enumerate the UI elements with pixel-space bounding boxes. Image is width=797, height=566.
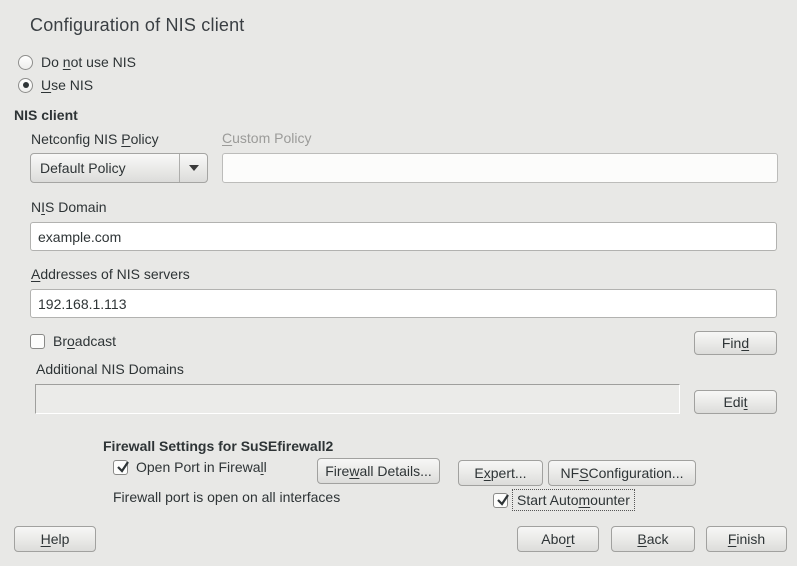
radio-label-do-not-use-nis: Do not use NIS: [41, 54, 136, 70]
checkbox-icon: [30, 334, 45, 349]
label-custom-policy: Custom Policy: [222, 130, 311, 146]
firewall-status-text: Firewall port is open on all interfaces: [113, 489, 340, 505]
additional-domains-field: [35, 384, 680, 414]
nis-domain-input[interactable]: [30, 222, 777, 251]
dropdown-selected-value: Default Policy: [31, 160, 179, 176]
firewall-settings-heading: Firewall Settings for SuSEfirewall2: [103, 438, 333, 454]
page-title: Configuration of NIS client: [30, 15, 245, 36]
radio-icon: [18, 78, 33, 93]
expert-button[interactable]: Expert...: [458, 460, 543, 486]
radio-use-nis[interactable]: Use NIS: [18, 77, 93, 93]
back-button[interactable]: Back: [611, 526, 695, 552]
radio-do-not-use-nis[interactable]: Do not use NIS: [18, 54, 136, 70]
nis-servers-input[interactable]: [30, 289, 777, 318]
checkbox-icon: [493, 493, 508, 508]
netconfig-policy-dropdown[interactable]: Default Policy: [30, 153, 208, 183]
find-button[interactable]: Find: [694, 331, 777, 355]
label-addresses-of-nis-servers: Addresses of NIS servers: [31, 266, 190, 282]
nis-client-config-window: Configuration of NIS client Do not use N…: [0, 0, 797, 566]
abort-button[interactable]: Abort: [517, 526, 599, 552]
check-icon: [495, 492, 511, 508]
edit-button[interactable]: Edit: [694, 390, 777, 414]
nfs-configuration-button[interactable]: NFS Configuration...: [548, 460, 696, 486]
custom-policy-input: [222, 153, 778, 183]
label-netconfig-nis-policy: Netconfig NIS Policy: [31, 131, 159, 147]
radio-dot: [23, 82, 29, 88]
finish-button[interactable]: Finish: [706, 526, 787, 552]
open-port-checkbox[interactable]: Open Port in Firewall: [113, 459, 267, 475]
start-automounter-label: Start Automounter: [513, 490, 634, 510]
radio-label-use-nis: Use NIS: [41, 77, 93, 93]
firewall-details-button[interactable]: Firewall Details...: [317, 458, 440, 484]
checkbox-icon: [113, 460, 128, 475]
open-port-label: Open Port in Firewall: [136, 459, 267, 475]
label-nis-domain: NIS Domain: [31, 199, 106, 215]
dropdown-arrow-glyph: [189, 165, 199, 171]
help-button[interactable]: Help: [14, 526, 96, 552]
start-automounter-checkbox[interactable]: Start Automounter: [493, 490, 634, 510]
radio-icon: [18, 55, 33, 70]
label-additional-nis-domains: Additional NIS Domains: [36, 361, 184, 377]
check-icon: [115, 459, 131, 475]
section-heading-nis-client: NIS client: [14, 107, 78, 123]
chevron-down-icon: [179, 154, 207, 182]
broadcast-checkbox[interactable]: Broadcast: [30, 333, 116, 349]
broadcast-label: Broadcast: [53, 333, 116, 349]
